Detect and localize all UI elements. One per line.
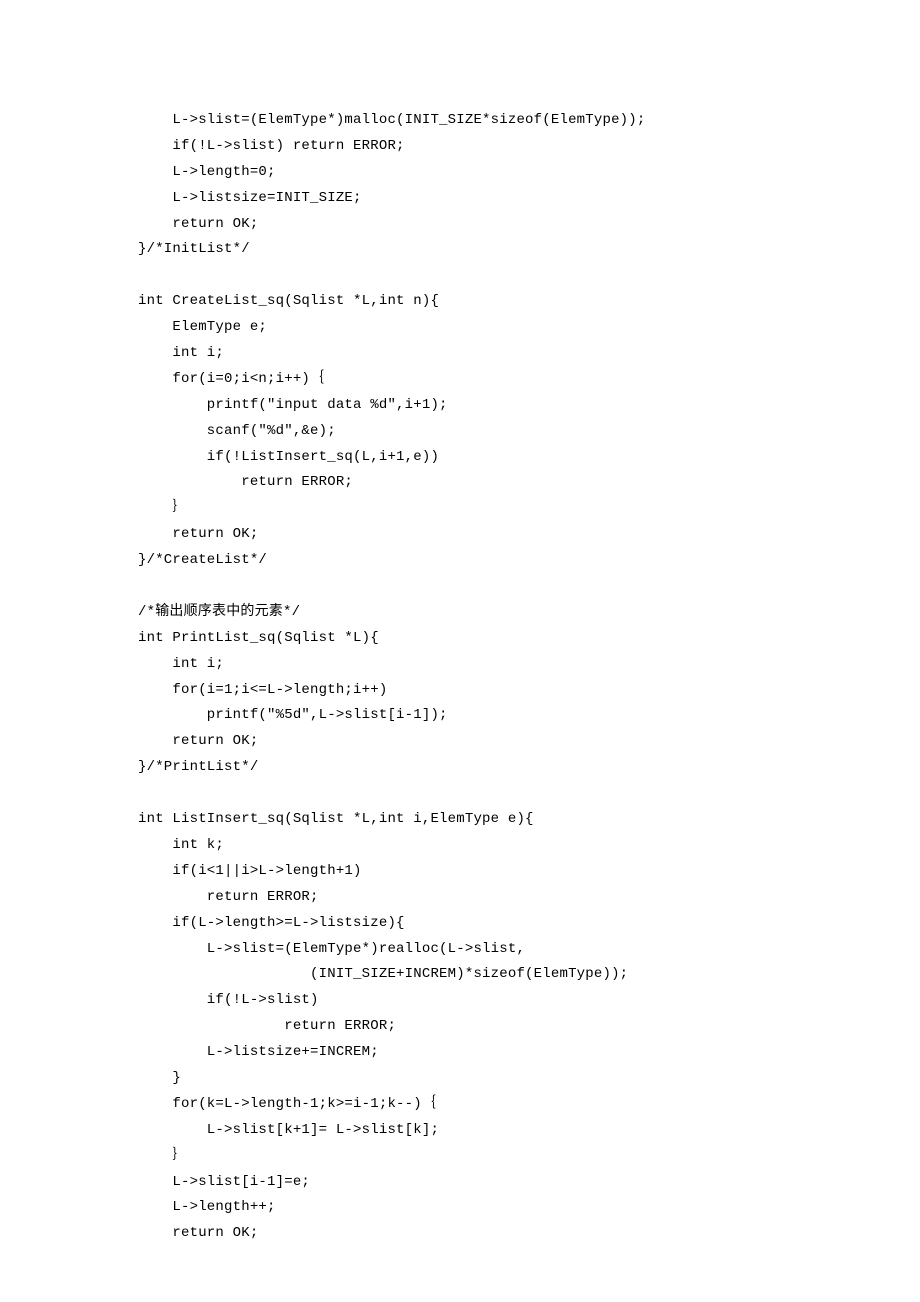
document-page: L->slist=(ElemType*)malloc(INIT_SIZE*siz…	[0, 0, 920, 1302]
code-block: L->slist=(ElemType*)malloc(INIT_SIZE*siz…	[138, 108, 920, 1247]
